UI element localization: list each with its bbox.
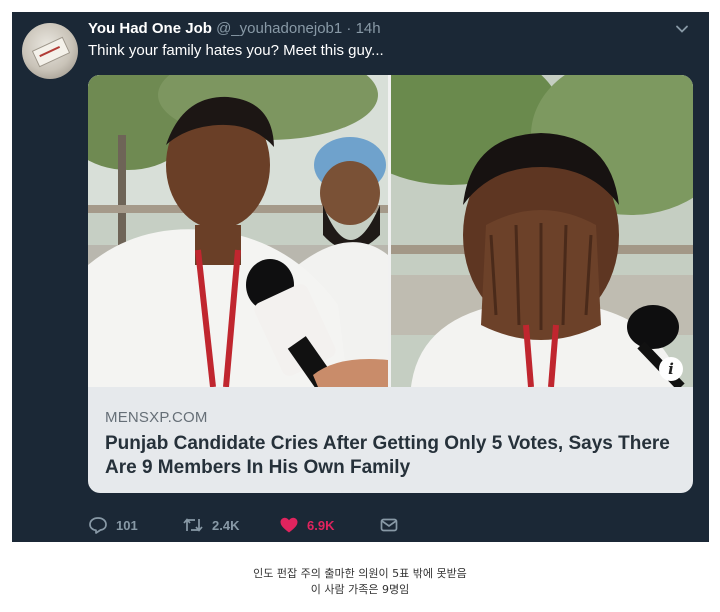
chevron-down-icon[interactable] (675, 22, 689, 36)
reply-button[interactable]: 101 (88, 514, 138, 536)
info-icon[interactable]: i (659, 357, 683, 381)
card-headline[interactable]: Punjab Candidate Cries After Getting Onl… (105, 432, 675, 480)
card-image-left (88, 75, 388, 387)
timestamp[interactable]: 14h (356, 20, 381, 37)
like-count: 6.9K (307, 517, 335, 533)
link-card[interactable]: i MENSXP.COM Punjab Candidate Cries Afte… (88, 75, 693, 493)
reply-icon (89, 517, 107, 534)
caption-line-2: 이 사람 가족은 9명임 (310, 583, 410, 596)
caption: 인도 펀잡 주의 출마한 의원이 5표 밖에 못받음 이 사람 가족은 9명임 (0, 566, 720, 598)
display-name[interactable]: You Had One Job (88, 20, 212, 37)
reply-count: 101 (116, 517, 138, 533)
tweet-card[interactable]: You Had One Job @_youhadonejob1 · 14h Th… (12, 12, 709, 542)
like-button[interactable]: 6.9K (279, 514, 334, 536)
tweet-text: Think your family hates you? Meet this g… (88, 42, 384, 59)
tweet-header: You Had One Job @_youhadonejob1 · 14h (88, 20, 688, 42)
retweet-count: 2.4K (212, 517, 240, 533)
card-site: MENSXP.COM (105, 409, 208, 426)
card-image-right (391, 75, 693, 387)
retweet-icon (183, 518, 203, 532)
user-handle[interactable]: @_youhadonejob1 (216, 20, 342, 37)
message-icon (380, 518, 398, 532)
separator-dot: · (346, 20, 352, 37)
heart-icon (280, 517, 298, 533)
retweet-button[interactable]: 2.4K (182, 514, 239, 536)
message-button[interactable] (379, 514, 399, 536)
avatar[interactable] (22, 23, 78, 79)
caption-line-1: 인도 펀잡 주의 출마한 의원이 5표 밖에 못받음 (253, 567, 467, 580)
avatar-image (31, 36, 71, 68)
